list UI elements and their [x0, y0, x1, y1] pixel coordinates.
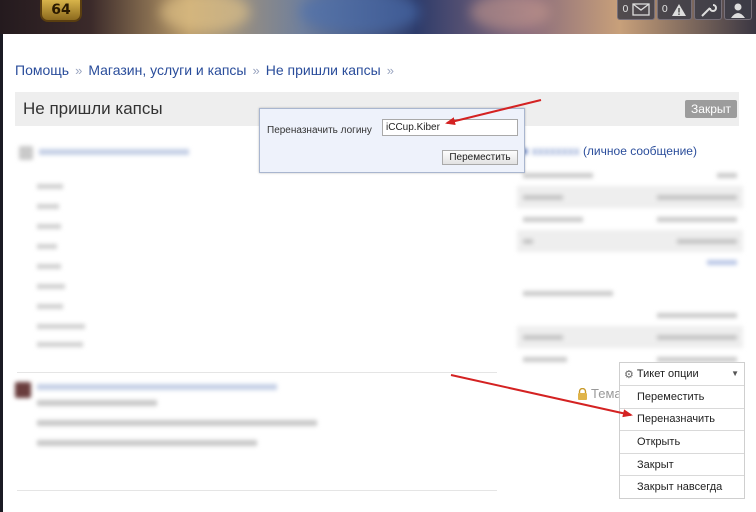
reassign-popup: Переназначить логину Переместить: [259, 108, 525, 173]
settings-button[interactable]: [694, 0, 722, 20]
topic-lock-label: Тема: [577, 386, 622, 401]
ticket-info-table-blurred: [517, 164, 743, 274]
page-title: Не пришли капсы: [23, 99, 163, 118]
wrench-icon: [701, 3, 717, 17]
breadcrumb-separator: »: [252, 62, 260, 78]
ticket-dates-table-blurred: [517, 282, 743, 370]
move-button[interactable]: Переместить: [442, 150, 518, 165]
lock-icon: [578, 387, 587, 400]
menu-item-move[interactable]: Переместить: [620, 385, 744, 408]
breadcrumb-item-topic[interactable]: Не пришли капсы: [266, 62, 381, 78]
breadcrumb-item-help[interactable]: Помощь: [15, 62, 69, 78]
second-post-blurred: [11, 380, 491, 460]
messages-count: 0: [622, 4, 629, 15]
ticket-options-dropdown: ⚙ Тикет опции ▼ Переместить Переназначит…: [619, 362, 745, 499]
post-divider: [17, 490, 497, 491]
reassign-login-label: Переназначить логину: [267, 125, 372, 136]
breadcrumb: Помощь » Магазин, услуги и капсы » Не пр…: [15, 62, 394, 78]
messages-button[interactable]: 0: [617, 0, 655, 20]
menu-item-close-forever[interactable]: Закрыт навсегда: [620, 475, 744, 498]
user-icon: [731, 3, 745, 18]
ticket-options-label: Тикет опции: [636, 368, 699, 380]
avatar: [19, 146, 33, 160]
envelope-icon: [631, 3, 650, 16]
breadcrumb-separator: »: [386, 62, 394, 78]
page-content: Помощь » Магазин, услуги и капсы » Не пр…: [3, 34, 756, 512]
top-banner: 64 0 0: [0, 0, 756, 34]
gear-icon: ⚙: [624, 368, 634, 381]
caret-down-icon: ▼: [731, 369, 739, 378]
author-line: ■ xxxxxxxx (личное сообщение): [521, 144, 697, 158]
breadcrumb-item-shop[interactable]: Магазин, услуги и капсы: [88, 62, 246, 78]
reassign-login-input[interactable]: [382, 119, 518, 136]
level-badge: 64: [40, 0, 82, 22]
breadcrumb-separator: »: [75, 62, 83, 78]
menu-item-reassign[interactable]: Переназначить: [620, 407, 744, 431]
avatar: [15, 382, 31, 398]
topic-label: Тема: [591, 386, 622, 401]
author-name-blurred[interactable]: ■ xxxxxxxx: [521, 144, 580, 158]
menu-item-open[interactable]: Открыть: [620, 430, 744, 453]
top-navigation: 0 0: [617, 0, 752, 20]
private-message-link[interactable]: (личное сообщение): [583, 144, 697, 158]
warning-icon: [672, 3, 686, 16]
post-divider: [17, 372, 497, 373]
alerts-button[interactable]: 0: [656, 0, 692, 20]
status-badge: Закрыт: [685, 100, 737, 118]
menu-item-close[interactable]: Закрыт: [620, 452, 744, 476]
ticket-options-toggle[interactable]: ⚙ Тикет опции ▼: [620, 363, 744, 385]
alerts-count: 0: [661, 4, 668, 15]
profile-button[interactable]: [724, 0, 752, 20]
